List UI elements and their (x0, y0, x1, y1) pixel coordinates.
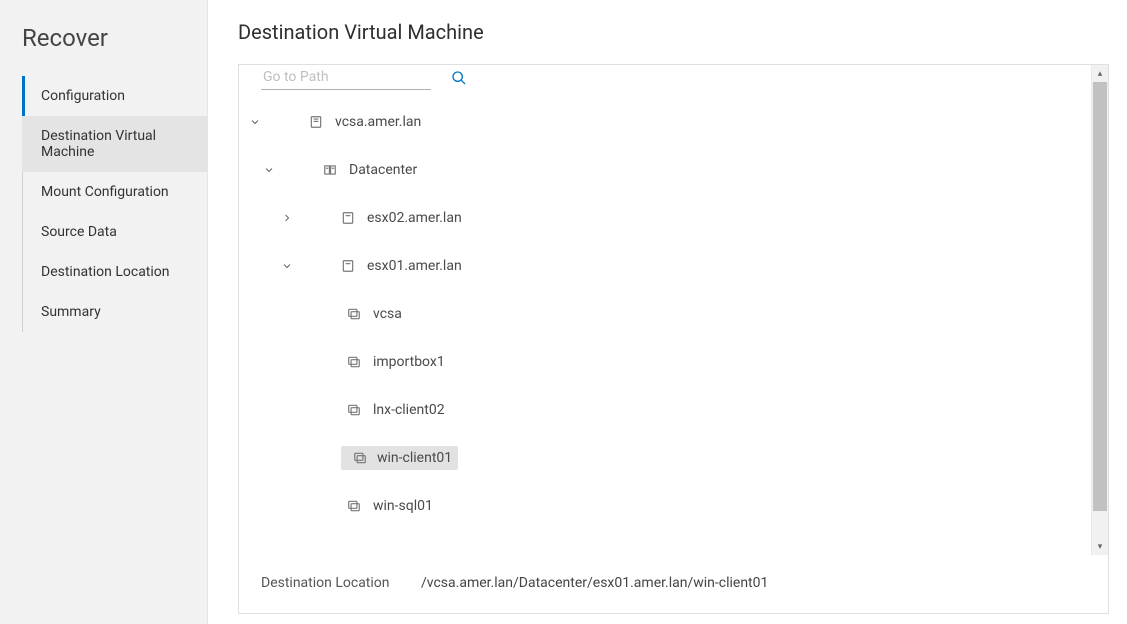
vm-icon (341, 307, 367, 321)
nav-item-summary[interactable]: Summary (22, 292, 207, 332)
tree-node-vm[interactable]: vcsa (239, 290, 1091, 338)
server-icon (303, 115, 329, 129)
vm-tree: vcsa.amer.lan Datacent (239, 98, 1091, 530)
tree-label: win-sql01 (367, 494, 439, 518)
tree-node-host-expanded[interactable]: esx01.amer.lan (239, 242, 1091, 290)
tree-node-vm[interactable]: win-sql01 (239, 482, 1091, 530)
vm-icon (341, 403, 367, 417)
destination-location-row: Destination Location /vcsa.amer.lan/Data… (239, 555, 1108, 613)
tree-label: esx01.amer.lan (361, 254, 468, 278)
search-bar (239, 65, 1091, 98)
datacenter-icon (317, 163, 343, 177)
sidebar-title: Recover (0, 20, 207, 76)
nav-item-source-data[interactable]: Source Data (22, 212, 207, 252)
chevron-down-icon[interactable] (281, 260, 321, 272)
tree-node-vm[interactable]: importbox1 (239, 338, 1091, 386)
sidebar: Recover Configuration Destination Virtua… (0, 0, 208, 624)
destination-location-label: Destination Location (261, 575, 421, 591)
search-button[interactable] (447, 66, 471, 90)
tree-scroll[interactable]: vcsa.amer.lan Datacent (239, 65, 1091, 555)
chevron-down-icon[interactable] (249, 116, 289, 128)
chevron-right-icon[interactable] (281, 212, 321, 224)
tree-node-datacenter[interactable]: Datacenter (239, 146, 1091, 194)
vm-icon (341, 355, 367, 369)
scrollbar-thumb[interactable] (1093, 82, 1107, 511)
scroll-down-icon[interactable]: ▾ (1092, 538, 1108, 555)
nav-item-destination-vm[interactable]: Destination Virtual Machine (22, 116, 207, 172)
tree-node-vcenter[interactable]: vcsa.amer.lan (239, 98, 1091, 146)
main-area: Destination Virtual Machine (208, 0, 1127, 624)
search-input[interactable] (261, 65, 431, 90)
scrollbar[interactable]: ▴ ▾ (1091, 65, 1108, 555)
vm-icon (341, 499, 367, 513)
tree-label-text: win-client01 (377, 450, 452, 466)
nav-item-configuration[interactable]: Configuration (22, 76, 207, 116)
tree-label: vcsa (367, 302, 408, 326)
scrollbar-track[interactable] (1092, 82, 1108, 538)
destination-location-value: /vcsa.amer.lan/Datacenter/esx01.amer.lan… (421, 575, 768, 591)
host-icon (335, 211, 361, 225)
tree-label-selected: win-client01 (341, 446, 458, 470)
vm-browser-panel: vcsa.amer.lan Datacent (238, 64, 1109, 614)
vm-icon (347, 451, 373, 465)
tree-label: vcsa.amer.lan (329, 110, 427, 134)
chevron-down-icon[interactable] (263, 164, 303, 176)
scroll-up-icon[interactable]: ▴ (1092, 65, 1108, 82)
tree-label: esx02.amer.lan (361, 206, 468, 230)
tree-node-host-collapsed[interactable]: esx02.amer.lan (239, 194, 1091, 242)
search-icon (451, 70, 467, 86)
host-icon (335, 259, 361, 273)
tree-node-vm[interactable]: lnx-client02 (239, 386, 1091, 434)
nav-list: Configuration Destination Virtual Machin… (22, 76, 207, 332)
page-title: Destination Virtual Machine (238, 20, 1109, 44)
tree-label: importbox1 (367, 350, 451, 374)
tree-label: lnx-client02 (367, 398, 451, 422)
nav-item-destination-location[interactable]: Destination Location (22, 252, 207, 292)
nav-item-mount-configuration[interactable]: Mount Configuration (22, 172, 207, 212)
tree-node-vm-selected[interactable]: win-client01 (239, 434, 1091, 482)
tree-label: Datacenter (343, 158, 423, 182)
